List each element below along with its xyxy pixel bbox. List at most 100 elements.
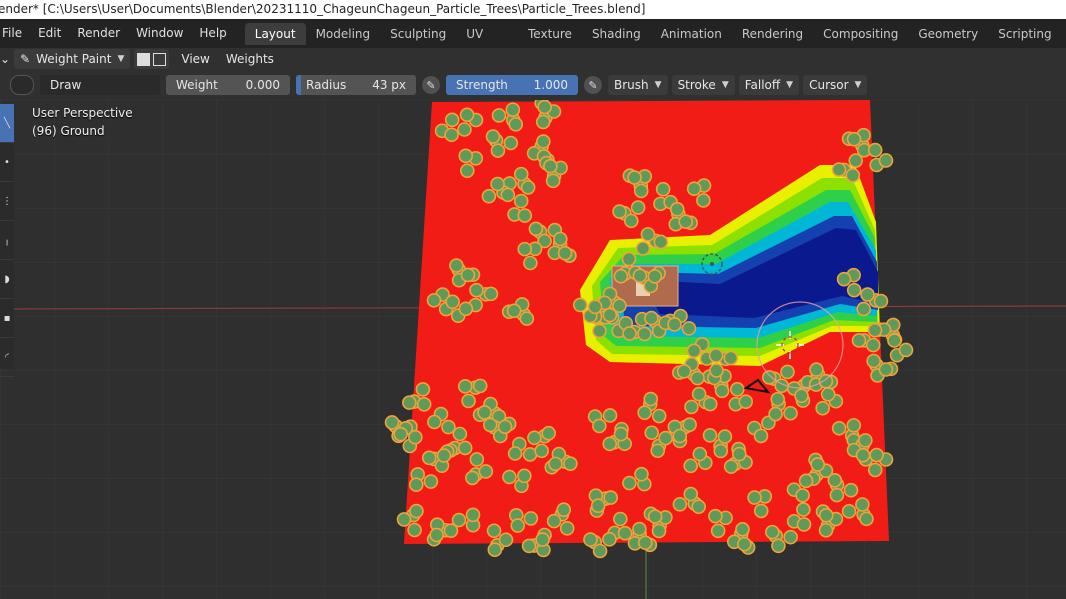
tree-particle bbox=[795, 488, 810, 503]
brush-name-field[interactable]: Draw bbox=[40, 75, 160, 95]
vertex-mask-icon[interactable] bbox=[153, 52, 167, 66]
tab-uv-editing[interactable]: UV Editing bbox=[456, 23, 518, 63]
radius-pressure-pen-icon[interactable]: ✎ bbox=[422, 76, 440, 94]
tree-particle bbox=[423, 474, 439, 489]
tree-particle bbox=[867, 142, 883, 158]
annotate-tool-icon[interactable]: ◜ bbox=[0, 338, 14, 377]
tree-particle bbox=[487, 542, 503, 558]
tree-particle bbox=[621, 251, 637, 267]
tree-particle bbox=[836, 271, 852, 287]
viewport-header: ⌄ ✎ Weight Paint ▼ View Weights bbox=[0, 48, 1066, 70]
tab-animation[interactable]: Animation bbox=[651, 23, 732, 45]
tree-particle bbox=[647, 269, 663, 284]
strength-label: Strength bbox=[456, 78, 508, 92]
editor-type-chevron-icon[interactable]: ⌄ bbox=[0, 52, 14, 66]
tree-particle bbox=[537, 100, 552, 115]
tree-particle bbox=[613, 268, 629, 284]
perspective-label: User Perspective bbox=[32, 106, 133, 120]
mask-toggles[interactable] bbox=[134, 49, 170, 69]
tree-particle bbox=[708, 348, 724, 363]
add-workspace-button[interactable]: + bbox=[1062, 25, 1066, 43]
tree-particle bbox=[765, 524, 780, 540]
tab-shading[interactable]: Shading bbox=[582, 23, 651, 45]
tab-sculpting[interactable]: Sculpting bbox=[380, 23, 456, 45]
tree-particle bbox=[548, 456, 563, 472]
tree-particle bbox=[723, 350, 739, 366]
menu-window[interactable]: Window bbox=[128, 19, 191, 48]
viewport-canvas[interactable] bbox=[0, 100, 1066, 599]
tree-particle bbox=[627, 170, 642, 185]
tab-texture-paint[interactable]: Texture Paint bbox=[518, 23, 582, 63]
active-object-label: (96) Ground bbox=[32, 124, 105, 138]
tab-compositing[interactable]: Compositing bbox=[813, 23, 908, 45]
menu-help[interactable]: Help bbox=[191, 19, 234, 48]
tab-modeling[interactable]: Modeling bbox=[306, 23, 381, 45]
falloff-menu[interactable]: Falloff ▼ bbox=[738, 75, 800, 95]
menu-render[interactable]: Render bbox=[69, 19, 128, 48]
tree-particle bbox=[846, 131, 862, 147]
mode-dropdown[interactable]: ✎ Weight Paint ▼ bbox=[14, 49, 131, 69]
tree-particle bbox=[708, 508, 723, 524]
chevron-down-icon: ▼ bbox=[854, 80, 862, 90]
tab-rendering[interactable]: Rendering bbox=[732, 23, 813, 45]
tree-particle bbox=[513, 193, 529, 209]
weights-menu[interactable]: Weights bbox=[218, 52, 282, 66]
smear-tool-icon[interactable]: ╷ bbox=[0, 221, 14, 260]
tree-particle bbox=[771, 538, 786, 554]
tree-particle bbox=[638, 535, 653, 551]
3d-viewport[interactable]: User Perspective (96) Ground bbox=[0, 100, 1066, 599]
tree-particle bbox=[490, 143, 506, 158]
tab-layout[interactable]: Layout bbox=[244, 22, 306, 45]
tree-particle bbox=[427, 414, 442, 430]
tree-particle bbox=[535, 114, 551, 130]
menu-edit[interactable]: Edit bbox=[30, 19, 69, 48]
tree-particle bbox=[444, 127, 459, 143]
strength-value: 1.000 bbox=[533, 78, 568, 92]
tree-particle bbox=[691, 499, 706, 515]
tree-particle bbox=[592, 418, 607, 434]
tab-scripting[interactable]: Scripting bbox=[988, 23, 1061, 45]
menu-file[interactable]: File bbox=[0, 19, 30, 48]
tree-particle bbox=[521, 538, 537, 554]
brush-menu[interactable]: Brush ▼ bbox=[608, 75, 668, 95]
tree-particle bbox=[483, 286, 499, 302]
brush-preview-icon[interactable] bbox=[10, 75, 34, 95]
weight-field[interactable]: Weight 0.000 bbox=[166, 75, 290, 95]
tab-geometry-nodes[interactable]: Geometry Nodes bbox=[908, 23, 988, 63]
tree-particle bbox=[831, 162, 847, 177]
strength-field[interactable]: Strength 1.000 bbox=[446, 75, 578, 95]
tree-particle bbox=[510, 518, 526, 533]
tree-particle bbox=[818, 373, 834, 389]
average-tool-icon[interactable]: ⋮ bbox=[0, 182, 14, 221]
chevron-down-icon: ▼ bbox=[117, 54, 125, 64]
view-menu[interactable]: View bbox=[173, 52, 217, 66]
tree-particle bbox=[506, 303, 522, 319]
face-mask-icon[interactable] bbox=[137, 52, 151, 66]
tree-particle bbox=[592, 543, 608, 559]
tree-particle bbox=[858, 433, 873, 448]
strength-pressure-pen-icon[interactable]: ✎ bbox=[584, 76, 602, 94]
tree-particle bbox=[477, 405, 492, 420]
tree-particle bbox=[640, 227, 656, 242]
cursor-menu[interactable]: Cursor ▼ bbox=[803, 75, 868, 95]
tree-particle bbox=[444, 112, 460, 128]
tree-particle bbox=[672, 428, 688, 444]
tree-particle bbox=[848, 153, 864, 168]
tree-particle bbox=[723, 459, 739, 474]
tree-particle bbox=[557, 245, 573, 261]
tree-particle bbox=[545, 173, 561, 189]
stroke-menu[interactable]: Stroke ▼ bbox=[671, 75, 735, 95]
tree-particle bbox=[458, 148, 474, 164]
radius-field[interactable]: Radius 43 px bbox=[296, 75, 416, 95]
tree-particle bbox=[845, 167, 861, 183]
tree-particle bbox=[635, 241, 651, 256]
tree-particle bbox=[459, 107, 475, 123]
tree-particle bbox=[691, 386, 707, 402]
blur-tool-icon[interactable]: • bbox=[0, 143, 14, 182]
draw-tool-icon[interactable]: ╲ bbox=[0, 104, 14, 143]
tree-particle bbox=[796, 517, 812, 532]
sample-weight-tool-icon[interactable]: ▪ bbox=[0, 299, 14, 338]
tree-particle bbox=[396, 512, 412, 527]
tree-particle bbox=[753, 428, 769, 444]
gradient-tool-icon[interactable]: ◗ bbox=[0, 260, 14, 299]
